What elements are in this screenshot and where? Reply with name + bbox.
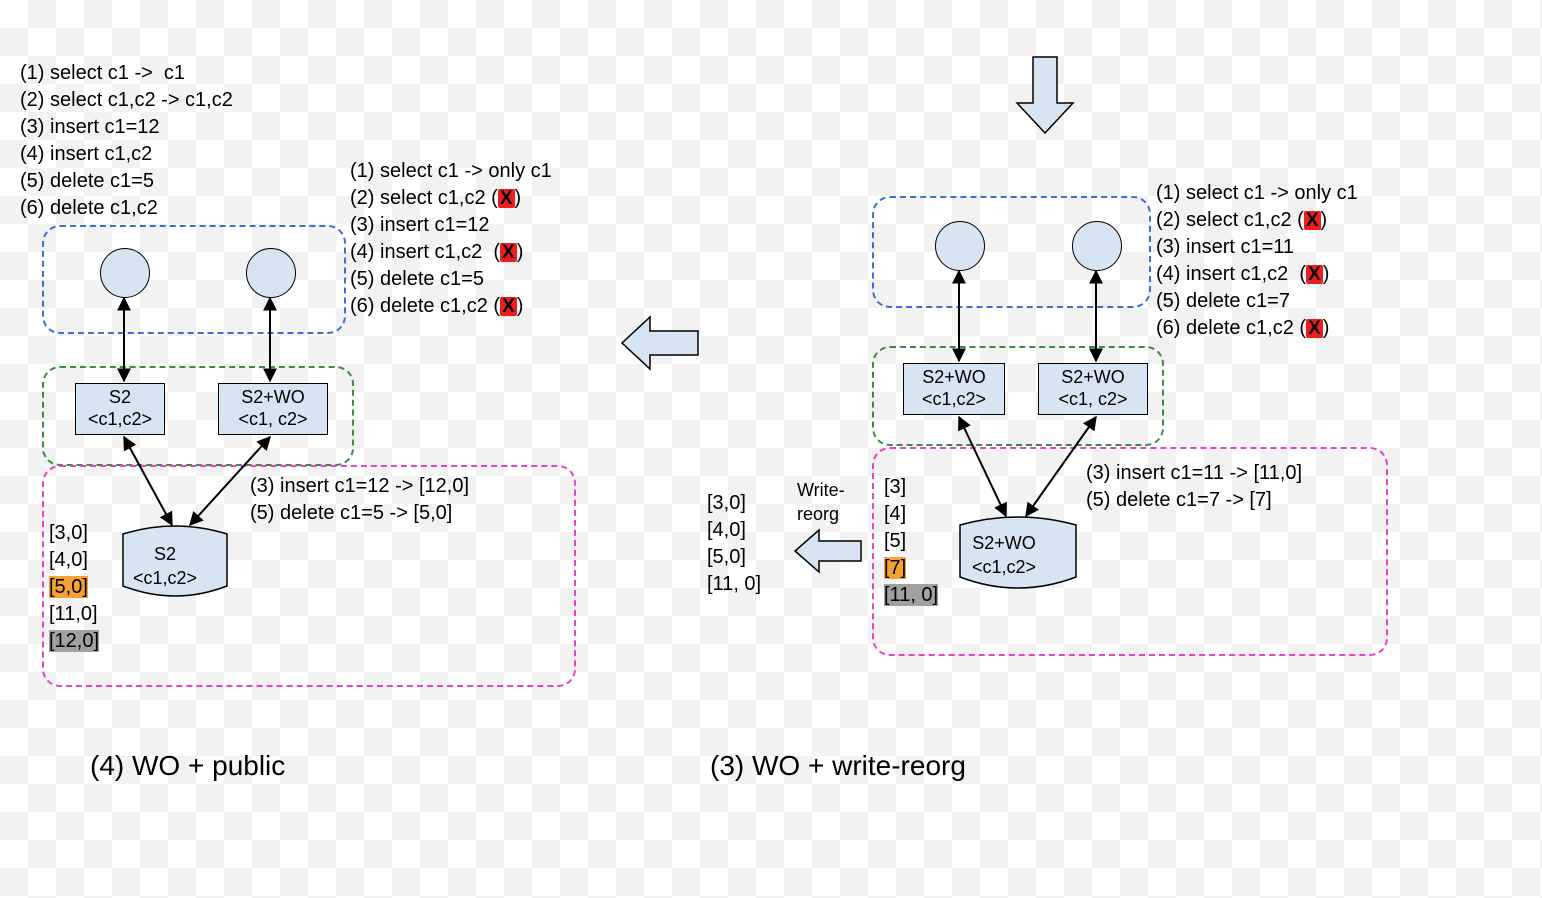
arrow-left-icon xyxy=(793,528,863,574)
left-title: (4) WO + public xyxy=(90,747,285,785)
right-title: (3) WO + write-reorg xyxy=(710,747,966,785)
arrow-left-icon xyxy=(620,315,700,371)
arrow-down-icon xyxy=(1015,55,1075,135)
right-connectors xyxy=(0,0,1400,700)
